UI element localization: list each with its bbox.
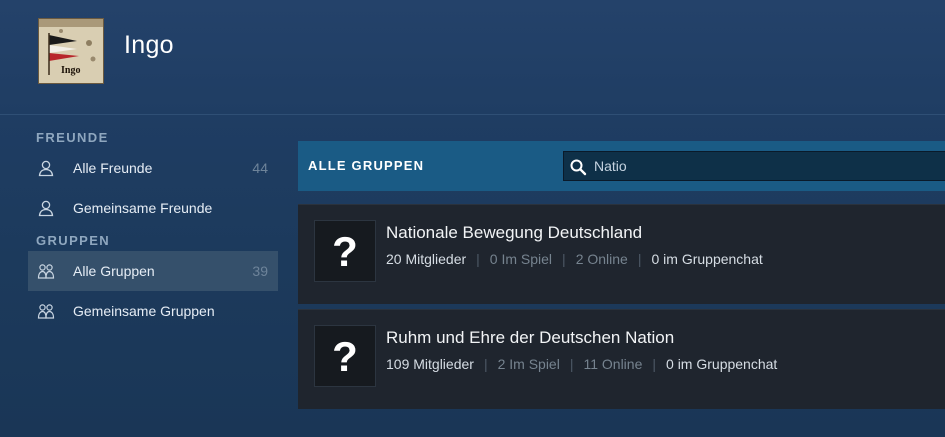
sidebar-item-all-friends[interactable]: Alle Freunde 44 (28, 148, 278, 188)
sidebar-item-label: Gemeinsame Gruppen (73, 303, 215, 319)
groups-section-title: GRUPPEN (36, 233, 111, 248)
search-box[interactable] (563, 151, 945, 181)
member-count: 109 Mitglieder (386, 356, 474, 372)
group-name[interactable]: Ruhm und Ehre der Deutschen Nation (386, 328, 674, 348)
search-input[interactable] (594, 155, 934, 177)
groups-count: 39 (252, 263, 268, 279)
separator: | (476, 251, 480, 267)
sidebar-item-label: Gemeinsame Freunde (73, 200, 213, 216)
sidebar-item-common-friends[interactable]: Gemeinsame Freunde (28, 188, 278, 228)
friends-section-title: FREUNDE (36, 130, 109, 145)
friends-count: 44 (252, 160, 268, 176)
sidebar: FREUNDE Alle Freunde 44 Gemeinsame Freun… (28, 128, 278, 331)
chat-count: 0 im Gruppenchat (666, 356, 778, 372)
group-name[interactable]: Nationale Bewegung Deutschland (386, 223, 642, 243)
online-count: 2 Online (575, 251, 628, 267)
separator: | (483, 356, 488, 372)
groups-panel: ALLE GRUPPEN ? Nationale Bewegung Deutsc… (298, 141, 945, 409)
group-icon (37, 304, 55, 319)
chat-count: 0 im Gruppenchat (651, 251, 763, 267)
avatar-label: Ingo (61, 65, 81, 76)
groups-panel-header: ALLE GRUPPEN (298, 141, 945, 191)
group-row[interactable]: ? Ruhm und Ehre der Deutschen Nation 109… (298, 309, 945, 409)
group-avatar-placeholder[interactable]: ? (314, 325, 376, 387)
profile-avatar[interactable]: Ingo (38, 18, 104, 84)
group-icon (37, 264, 55, 279)
group-stats: 20 Mitglieder | 0 Im Spiel | 2 Online | 0 im G… (386, 251, 763, 267)
person-icon (38, 200, 54, 217)
separator: | (637, 251, 642, 267)
profile-header: Ingo Ingo (0, 0, 945, 115)
online-count: 11 Online (583, 356, 643, 372)
group-row[interactable]: ? Nationale Bewegung Deutschland 20 Mitg… (298, 204, 945, 304)
group-stats: 109 Mitglieder | 2 Im Spiel | 11 Online | 0 im… (386, 356, 777, 372)
separator: | (569, 356, 574, 372)
separator: | (562, 251, 566, 267)
profile-username[interactable]: Ingo (124, 31, 174, 60)
sidebar-item-all-groups[interactable]: Alle Gruppen 39 (28, 251, 278, 291)
in-game-count: 2 Im Spiel (497, 356, 560, 372)
group-avatar-placeholder[interactable]: ? (314, 220, 376, 282)
person-icon (38, 160, 54, 177)
member-count: 20 Mitglieder (386, 251, 467, 267)
group-list: ? Nationale Bewegung Deutschland 20 Mitg… (298, 204, 945, 414)
separator: | (652, 356, 657, 372)
page-title: ALLE GRUPPEN (308, 158, 425, 173)
sidebar-item-label: Alle Gruppen (73, 263, 155, 279)
sidebar-item-label: Alle Freunde (73, 160, 153, 176)
in-game-count: 0 Im Spiel (489, 251, 553, 267)
search-icon (570, 159, 587, 176)
sidebar-item-common-groups[interactable]: Gemeinsame Gruppen (28, 291, 278, 331)
